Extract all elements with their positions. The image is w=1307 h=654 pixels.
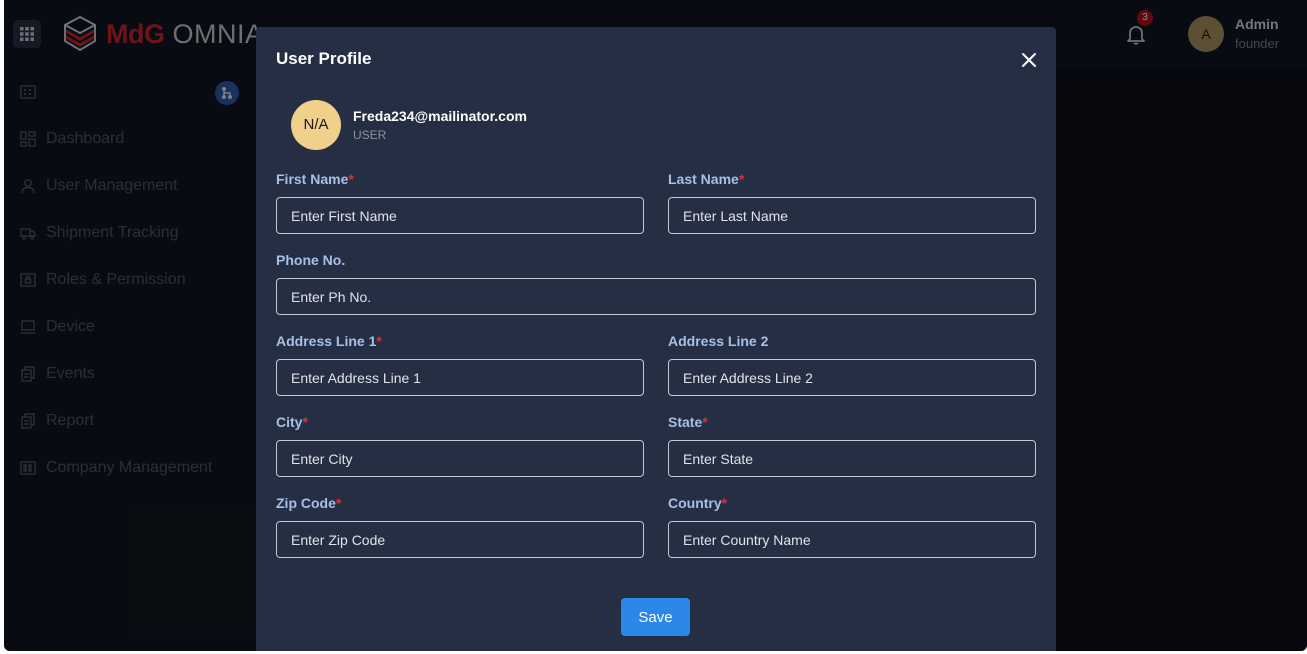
zip-code-label: Zip Code*: [276, 495, 342, 511]
app-window: MdG OMNIA 3 A Admin founder Dashboard Us…: [4, 0, 1307, 651]
user-profile-modal: User Profile N/A Freda234@mailinator.com…: [256, 27, 1056, 651]
save-button[interactable]: Save: [621, 598, 690, 636]
close-button[interactable]: [1018, 49, 1040, 71]
address-line-2-input[interactable]: [668, 359, 1036, 396]
phone-label: Phone No.: [276, 252, 346, 268]
first-name-label: First Name*: [276, 171, 354, 187]
last-name-input[interactable]: [668, 197, 1036, 234]
address-line-1-label: Address Line 1*: [276, 333, 382, 349]
country-input[interactable]: [668, 521, 1036, 558]
state-input[interactable]: [668, 440, 1036, 477]
country-label: Country*: [668, 495, 728, 511]
profile-avatar[interactable]: N/A: [291, 100, 341, 150]
first-name-input[interactable]: [276, 197, 644, 234]
city-input[interactable]: [276, 440, 644, 477]
phone-input[interactable]: [276, 278, 1036, 315]
profile-email: Freda234@mailinator.com: [353, 108, 527, 124]
last-name-label: Last Name*: [668, 171, 745, 187]
address-line-2-label: Address Line 2: [668, 333, 769, 349]
zip-code-input[interactable]: [276, 521, 644, 558]
modal-title: User Profile: [276, 49, 372, 68]
profile-role: USER: [353, 128, 387, 142]
state-label: State*: [668, 414, 708, 430]
close-icon: [1022, 53, 1036, 67]
address-line-1-input[interactable]: [276, 359, 644, 396]
city-label: City*: [276, 414, 308, 430]
